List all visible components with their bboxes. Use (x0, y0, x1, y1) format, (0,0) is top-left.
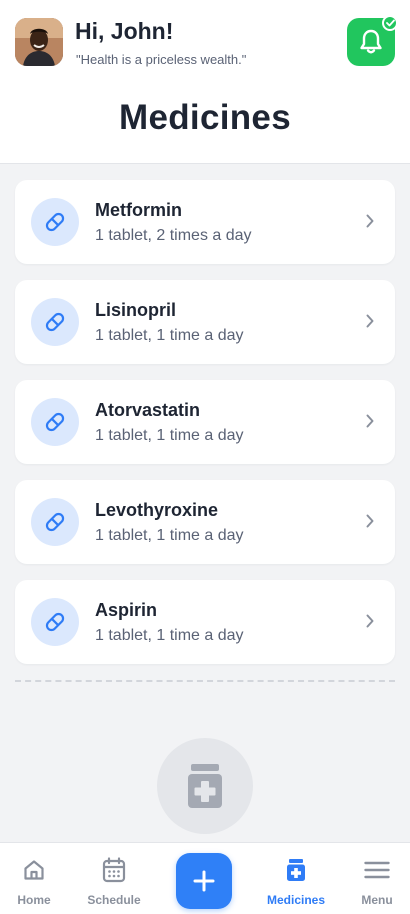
nav-schedule[interactable]: Schedule (74, 843, 154, 914)
medicine-name: Levothyroxine (95, 500, 219, 520)
nav-menu[interactable]: Menu (337, 843, 410, 914)
plus-icon (193, 870, 215, 892)
medicine-jar-icon (188, 764, 222, 808)
chevron-right-icon (366, 514, 374, 528)
nav-schedule-label: Schedule (87, 893, 141, 907)
pill-icon (31, 298, 79, 346)
medicine-jar-icon (287, 859, 305, 881)
bottom-navigation: Home Schedule Medicines Menu (0, 842, 410, 914)
notifications-button[interactable] (347, 15, 398, 66)
add-medicine-button[interactable] (176, 853, 232, 909)
greeting-text: Hi, John! (75, 18, 174, 44)
medicine-dosage: 1 tablet, 2 times a day (95, 227, 252, 244)
medicine-card-aspirin[interactable]: Aspirin 1 tablet, 1 time a day (15, 580, 395, 664)
nav-medicines[interactable]: Medicines (256, 843, 336, 914)
menu-icon (364, 861, 390, 879)
medicine-card-metformin[interactable]: Metformin 1 tablet, 2 times a day (15, 180, 395, 264)
pill-icon (31, 498, 79, 546)
check-icon (385, 19, 395, 27)
app-header: Hi, John! "Health is a priceless wealth.… (0, 0, 410, 164)
user-avatar[interactable] (15, 18, 63, 66)
chevron-right-icon (366, 214, 374, 228)
medicine-card-atorvastatin[interactable]: Atorvastatin 1 tablet, 1 time a day (15, 380, 395, 464)
medicine-dosage: 1 tablet, 1 time a day (95, 327, 244, 344)
nav-menu-label: Menu (361, 893, 393, 907)
chevron-right-icon (366, 414, 374, 428)
medicine-card-lisinopril[interactable]: Lisinopril 1 tablet, 1 time a day (15, 280, 395, 364)
medicine-name: Lisinopril (95, 300, 176, 320)
medicine-name: Metformin (95, 200, 182, 220)
page-title: Medicines (119, 98, 291, 137)
chevron-right-icon (366, 614, 374, 628)
nav-home-label: Home (17, 893, 51, 907)
chevron-right-icon (366, 314, 374, 328)
medicine-dosage: 1 tablet, 1 time a day (95, 527, 244, 544)
notification-badge (382, 15, 398, 31)
medicine-card-levothyroxine[interactable]: Levothyroxine 1 tablet, 1 time a day (15, 480, 395, 564)
pill-icon (31, 598, 79, 646)
greeting-quote: "Health is a priceless wealth." (76, 52, 247, 67)
calendar-icon (102, 857, 126, 883)
medicine-name: Aspirin (95, 600, 158, 620)
pill-icon (31, 398, 79, 446)
nav-medicines-label: Medicines (266, 893, 326, 907)
pill-icon (31, 198, 79, 246)
empty-state-illustration (157, 738, 253, 834)
bell-icon (360, 29, 382, 54)
list-divider (15, 680, 395, 682)
medicine-list: Metformin 1 tablet, 2 times a day Lisino… (15, 180, 395, 680)
medicine-dosage: 1 tablet, 1 time a day (95, 427, 244, 444)
home-icon (24, 860, 44, 880)
medicine-dosage: 1 tablet, 1 time a day (95, 627, 244, 644)
medicine-name: Atorvastatin (95, 400, 201, 420)
avatar-image (15, 18, 63, 66)
nav-home[interactable]: Home (0, 843, 74, 914)
